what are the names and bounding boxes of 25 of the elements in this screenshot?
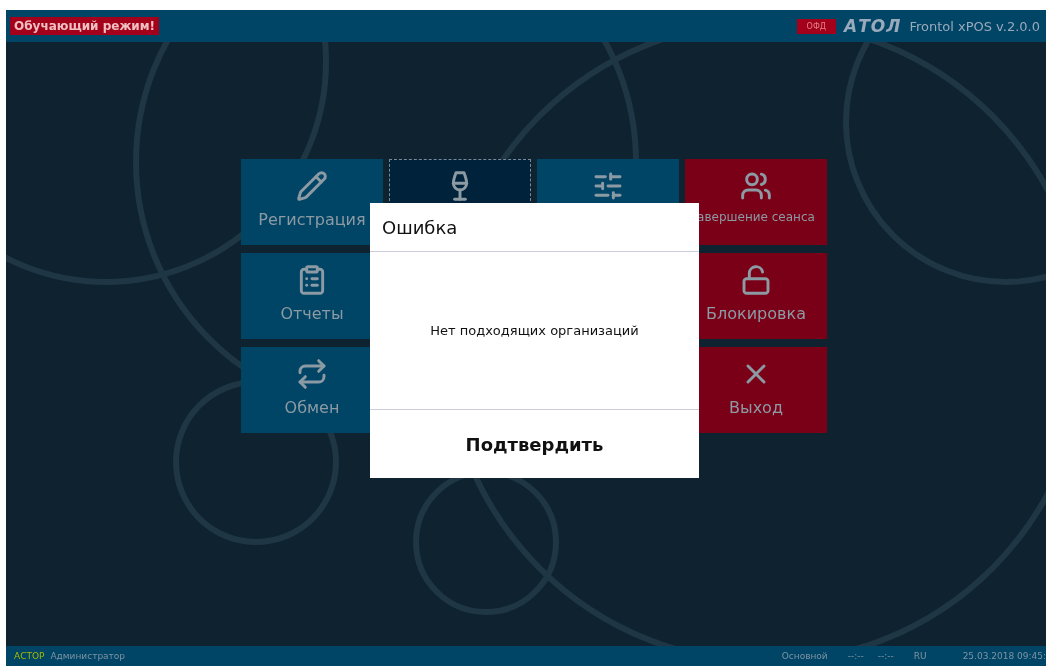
training-mode-badge: Обучающий режим! [10, 17, 160, 35]
tile-label: авершение сеанса [697, 210, 815, 224]
company-name: АСТОР [14, 651, 45, 661]
date-time: 25.03.2018 09:45: [962, 651, 1046, 661]
arrows-icon [296, 358, 328, 390]
menu-tile[interactable]: Регистрация [241, 159, 383, 245]
user-name: Администратор [50, 651, 126, 661]
profile-name: Основной [781, 651, 828, 661]
language-indicator: RU [913, 651, 927, 661]
tile-label: Блокировка [706, 304, 806, 323]
ofd-badge: ОФД [796, 18, 837, 34]
unlocked-padlock-icon [740, 264, 772, 296]
time-field: --:-- [877, 651, 894, 661]
sliders-icon [592, 170, 624, 202]
tile-label: Регистрация [258, 210, 366, 229]
tile-label: Обмен [284, 398, 340, 417]
users-icon [740, 170, 772, 202]
dialog-title: Ошибка [370, 203, 699, 252]
menu-tile[interactable]: авершение сеанса [685, 159, 827, 245]
tile-label: Отчеты [280, 304, 344, 323]
pencil-icon [296, 170, 328, 202]
tile-label: Выход [729, 398, 783, 417]
app-title: Frontol xPOS v.2.0.0 [909, 18, 1040, 34]
logo: АТОЛ [844, 16, 902, 36]
time-field: --:-- [847, 651, 864, 661]
